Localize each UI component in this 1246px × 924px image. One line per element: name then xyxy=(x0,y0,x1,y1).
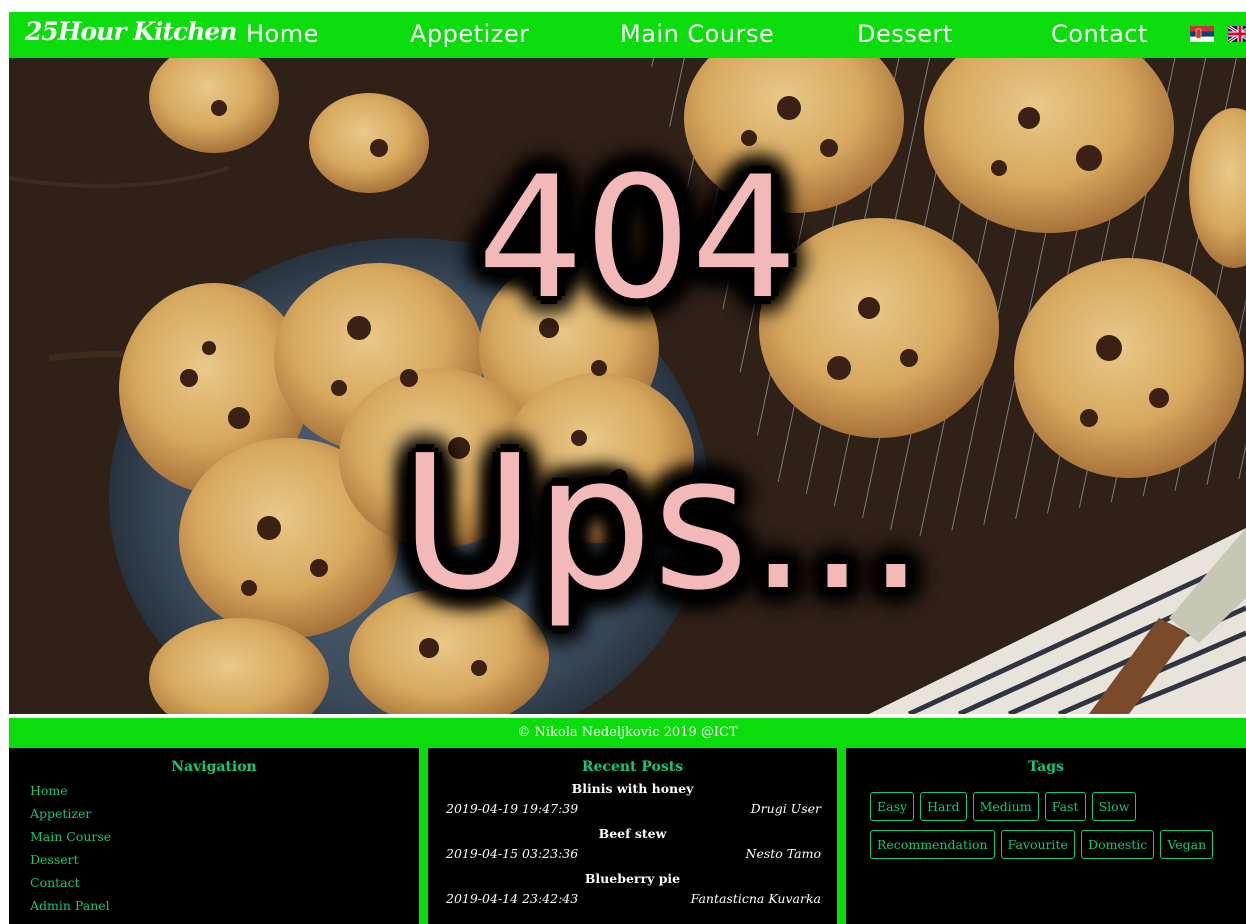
footer-link-dessert[interactable]: Dessert xyxy=(30,848,419,871)
footer-link-appetizer[interactable]: Appetizer xyxy=(30,802,419,825)
nav-link-home[interactable]: Home xyxy=(246,20,319,48)
tag-fast[interactable]: Fast xyxy=(1044,792,1086,821)
footer-divider xyxy=(419,748,428,924)
tag-hard[interactable]: Hard xyxy=(920,792,967,821)
tag-favourite[interactable]: Favourite xyxy=(1000,830,1075,859)
nav-link-contact[interactable]: Contact xyxy=(1051,20,1148,48)
footer-link-admin-panel[interactable]: Admin Panel xyxy=(30,894,419,917)
nav-link-dessert[interactable]: Dessert xyxy=(857,20,953,48)
footer-link-contact[interactable]: Contact xyxy=(30,871,419,894)
error-code: 404 xyxy=(477,140,798,336)
post-author: Drugi User xyxy=(750,801,821,816)
recent-posts-title: Recent Posts xyxy=(581,759,684,775)
tag-domestic[interactable]: Domestic xyxy=(1081,830,1155,859)
post-date: 2019-04-14 23:42:43 xyxy=(446,891,579,906)
footer-recent-posts: Recent Posts Blinis with honey 2019-04-1… xyxy=(428,748,837,924)
post-item[interactable]: Blueberry pie 2019-04-14 23:42:43 Fantas… xyxy=(428,869,837,914)
tag-recommendation[interactable]: Recommendation xyxy=(870,830,995,859)
footer-navigation-title: Navigation xyxy=(171,759,257,775)
footer-navigation: Navigation Home Appetizer Main Course De… xyxy=(9,748,419,924)
nav-link-main-course[interactable]: Main Course xyxy=(620,20,774,48)
serbian-flag-icon[interactable] xyxy=(1190,26,1214,42)
top-navbar: 25Hour Kitchen Home Appetizer Main Cours… xyxy=(9,12,1246,58)
tag-easy[interactable]: Easy xyxy=(870,792,915,821)
error-message: Ups... xyxy=(399,415,926,631)
hero-banner: 404 Ups... xyxy=(9,58,1246,714)
footer-link-home[interactable]: Home xyxy=(30,779,419,802)
brand-logo[interactable]: 25Hour Kitchen xyxy=(25,17,237,46)
post-item[interactable]: Blinis with honey 2019-04-19 19:47:39 Dr… xyxy=(428,779,837,824)
copyright-bar: © Nikola Nedeljkovic 2019 @ICT xyxy=(9,718,1246,748)
footer-divider xyxy=(837,748,846,924)
post-author: Nesto Tamo xyxy=(745,846,821,861)
uk-flag-icon[interactable] xyxy=(1228,26,1246,42)
post-title[interactable]: Blinis with honey xyxy=(428,779,837,799)
footer-tags: Tags Easy Hard Medium Fast Slow Recommen… xyxy=(846,748,1246,924)
post-title[interactable]: Beef stew xyxy=(428,824,837,844)
tag-slow[interactable]: Slow xyxy=(1091,792,1137,821)
post-title[interactable]: Blueberry pie xyxy=(428,869,837,889)
tag-vegan[interactable]: Vegan xyxy=(1160,830,1214,859)
post-date: 2019-04-19 19:47:39 xyxy=(446,801,579,816)
tag-medium[interactable]: Medium xyxy=(972,792,1039,821)
post-item[interactable]: Beef stew 2019-04-15 03:23:36 Nesto Tamo xyxy=(428,824,837,869)
footer-link-main-course[interactable]: Main Course xyxy=(30,825,419,848)
post-author: Fantasticna Kuvarka xyxy=(690,891,821,906)
post-date: 2019-04-15 03:23:36 xyxy=(446,846,579,861)
tags-title: Tags xyxy=(1028,759,1064,775)
nav-link-appetizer[interactable]: Appetizer xyxy=(410,20,529,48)
